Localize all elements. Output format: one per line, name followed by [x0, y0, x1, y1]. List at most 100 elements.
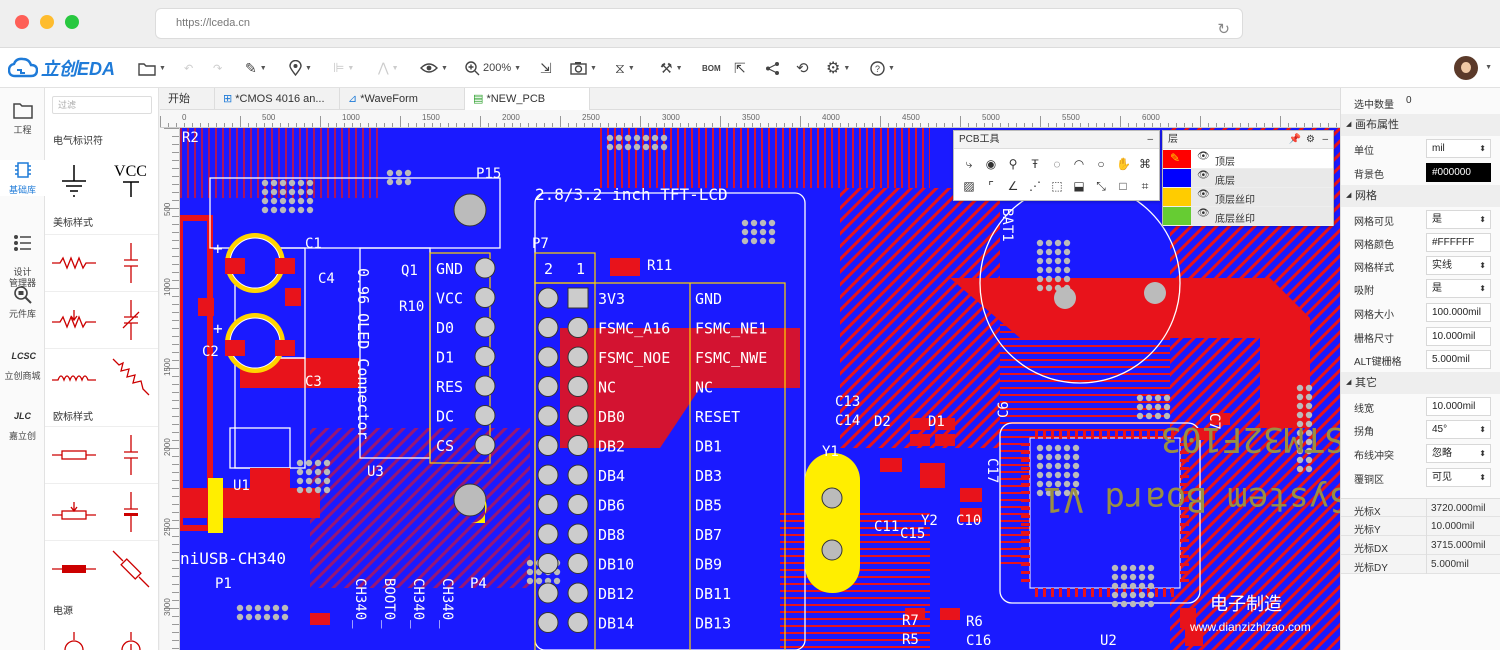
rail-item-basic-library[interactable]: 基础库 — [0, 160, 45, 196]
eye-icon[interactable]: 👁 — [1197, 208, 1210, 219]
alt-grid-input[interactable]: 5.000mil — [1426, 350, 1491, 369]
share-button[interactable] — [765, 58, 780, 78]
layer-color-swatch[interactable] — [1163, 169, 1191, 187]
unit-select[interactable]: mil ⬍ — [1426, 139, 1491, 158]
region-tool-icon[interactable]: ⬚ — [1050, 179, 1064, 193]
address-bar[interactable]: https://lceda.cn ↻ — [155, 8, 1243, 39]
inductor-iec-symbol[interactable] — [45, 540, 102, 597]
view-menu-button[interactable]: ▼ — [420, 58, 448, 78]
layer-color-swatch[interactable] — [1163, 207, 1191, 225]
rail-item-jlc[interactable]: JLC 嘉立创 — [0, 406, 45, 442]
copper-select[interactable]: 可见 ⬍ — [1426, 468, 1491, 487]
resistor-diagonal-symbol[interactable] — [102, 348, 158, 405]
settings-menu-button[interactable]: ⚙ ▼ — [826, 58, 850, 78]
redo-button[interactable]: ↷ — [213, 58, 222, 78]
tab-cmos-4016[interactable]: ⊞ *CMOS 4016 an... — [215, 88, 340, 110]
reload-icon[interactable]: ↻ — [1217, 15, 1230, 44]
rail-item-project[interactable]: 工程 — [0, 100, 45, 136]
rect-tool-icon[interactable]: □ — [1116, 179, 1130, 193]
eye-icon[interactable]: 👁 — [1197, 151, 1210, 162]
minimize-icon[interactable]: – — [1147, 131, 1153, 149]
close-window-button[interactable] — [15, 15, 29, 29]
pcb-tools-header[interactable]: PCB工具 – — [954, 131, 1159, 149]
import-button[interactable]: ⇲ — [540, 58, 552, 78]
hand-tool-icon[interactable]: ✋ — [1116, 157, 1131, 171]
vcc-symbol[interactable]: VCC — [102, 152, 158, 209]
maximize-window-button[interactable] — [65, 15, 79, 29]
via-tool-icon[interactable]: ⚲ — [1006, 157, 1020, 171]
grid-dim-input[interactable]: 10.000mil — [1426, 327, 1491, 346]
hole-tool-icon[interactable]: ⌘ — [1138, 157, 1152, 171]
grid-visible-select[interactable]: 是 ⬍ — [1426, 210, 1491, 229]
pin-icon[interactable]: 📌 — [1289, 131, 1301, 149]
grid-section[interactable]: ◢ 网格 — [1341, 185, 1500, 207]
place-menu-button[interactable]: ▼ — [289, 58, 312, 78]
file-menu-button[interactable]: ▼ — [138, 58, 166, 78]
layer-color-swatch[interactable] — [1163, 188, 1191, 206]
inductor-ansi-symbol[interactable] — [45, 348, 102, 405]
connect-tool-icon[interactable]: ⋰ — [1028, 179, 1042, 193]
snap-tool-icon[interactable]: ⌗ — [1138, 179, 1152, 193]
tab-waveform[interactable]: ⊿ *WaveForm — [340, 88, 465, 110]
other-section[interactable]: ◢ 其它 — [1341, 372, 1500, 394]
zoom-menu-button[interactable]: 200% ▼ — [465, 58, 521, 78]
image-tool-icon[interactable]: ▨ — [962, 179, 976, 193]
layers-header[interactable]: 层 📌 ⚙ – — [1163, 131, 1333, 149]
capacitor-ansi-symbol[interactable] — [102, 234, 158, 291]
history-button[interactable]: ⟲ — [796, 58, 809, 78]
arc-tool-icon[interactable]: ◌ — [1050, 157, 1064, 171]
capacitor-iec-symbol[interactable] — [102, 426, 158, 483]
potentiometer-ansi-symbol[interactable] — [45, 291, 102, 348]
bg-color-input[interactable]: #000000 — [1426, 163, 1491, 182]
layer-row-bottom-silk[interactable]: 👁 底层丝印 — [1163, 207, 1333, 226]
circle-tool-icon[interactable]: ○ — [1094, 157, 1108, 171]
resistor-iec-diagonal-symbol[interactable] — [102, 540, 158, 597]
track-tool-icon[interactable]: ⤷ — [962, 157, 976, 171]
route-menu-button[interactable]: ⧖ ▼ — [615, 58, 635, 78]
align-menu-button[interactable]: ⊫ ▼ — [333, 58, 354, 78]
distribute-menu-button[interactable]: ⋀ ▼ — [378, 58, 399, 78]
library-filter-input[interactable]: 过滤 — [52, 96, 152, 114]
minimize-icon[interactable]: – — [1322, 131, 1328, 149]
user-avatar[interactable] — [1454, 56, 1478, 80]
dimension-tool-icon[interactable]: ∠ — [1006, 179, 1020, 193]
bom-button[interactable]: BOM — [702, 58, 721, 78]
electrolytic-capacitor-symbol[interactable] — [102, 483, 158, 540]
rail-item-components[interactable]: 元件库 — [0, 284, 45, 320]
gear-icon[interactable]: ⚙ — [1306, 131, 1315, 149]
tools-menu-button[interactable]: ⚒ ▼ — [660, 58, 683, 78]
resistor-ansi-symbol[interactable] — [45, 234, 102, 291]
canvas-props-section[interactable]: ◢ 画布属性 — [1341, 114, 1500, 136]
variable-capacitor-symbol[interactable] — [102, 291, 158, 348]
tab-start[interactable]: 开始 — [160, 88, 215, 110]
snap-select[interactable]: 是 ⬍ — [1426, 279, 1491, 298]
rail-item-design-manager[interactable]: 设计 管理器 — [0, 222, 45, 289]
potentiometer-iec-symbol[interactable] — [45, 483, 102, 540]
camera-menu-button[interactable]: ▼ — [570, 58, 597, 78]
grid-style-select[interactable]: 实线 ⬍ — [1426, 256, 1491, 275]
chevron-down-icon[interactable]: ▼ — [1485, 64, 1492, 71]
arc-center-tool-icon[interactable]: ◠ — [1072, 157, 1086, 171]
layer-row-bottom[interactable]: 👁 底层 — [1163, 169, 1333, 188]
measure-tool-icon[interactable]: ⤡ — [1094, 179, 1108, 193]
pad-tool-icon[interactable]: ◉ — [984, 157, 998, 171]
export-button[interactable]: ⇱ — [734, 58, 746, 78]
grid-size-input[interactable]: 100.000mil — [1426, 303, 1491, 322]
corner-select[interactable]: 45° ⬍ — [1426, 420, 1491, 439]
rail-item-lcsc-mall[interactable]: LCSC 立创商城 — [0, 346, 45, 382]
minimize-window-button[interactable] — [40, 15, 54, 29]
eye-icon[interactable]: 👁 — [1197, 189, 1210, 200]
grid-color-input[interactable]: #FFFFFF — [1426, 233, 1491, 252]
undo-button[interactable]: ↶ — [184, 58, 193, 78]
layer-row-top[interactable]: ✎ 👁 顶层 — [1163, 150, 1333, 169]
copper-area-tool-icon[interactable]: ⌜ — [984, 179, 998, 193]
power-symbol-1[interactable] — [45, 618, 102, 650]
power-symbol-2[interactable] — [102, 618, 158, 650]
text-tool-icon[interactable]: Ŧ — [1028, 157, 1042, 171]
solid-region-tool-icon[interactable]: ⬓ — [1072, 179, 1086, 193]
eye-icon[interactable]: 👁 — [1197, 170, 1210, 181]
resistor-iec-symbol[interactable] — [45, 426, 102, 483]
conflict-select[interactable]: 忽略 ⬍ — [1426, 444, 1491, 463]
line-width-input[interactable]: 10.000mil — [1426, 397, 1491, 416]
help-menu-button[interactable]: ? ▼ — [870, 58, 895, 78]
